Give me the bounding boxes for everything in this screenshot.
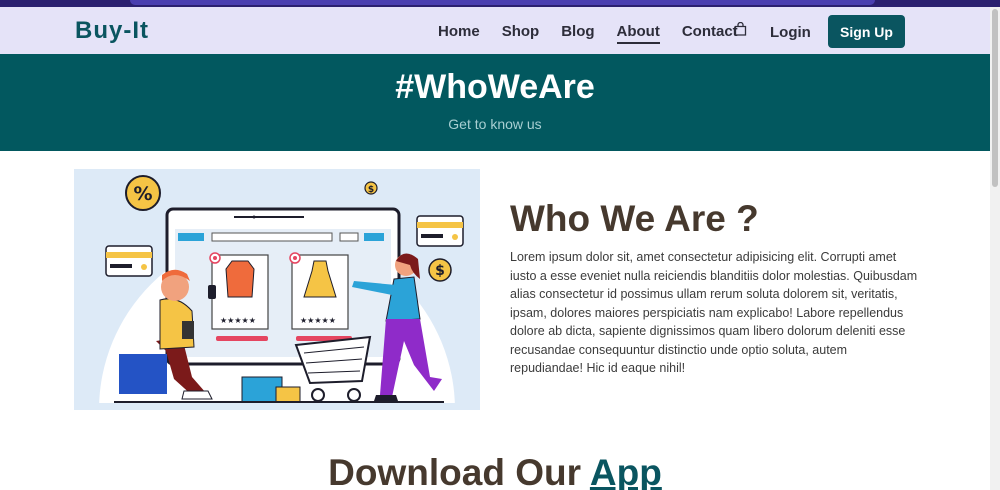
about-paragraph: Lorem ipsum dolor sit, amet consectetur … <box>510 250 918 375</box>
login-link[interactable]: Login <box>770 24 811 41</box>
hero-subtitle: Get to know us <box>448 116 542 132</box>
nav-blog[interactable]: Blog <box>561 23 594 44</box>
nav-shop[interactable]: Shop <box>502 23 540 44</box>
about-title: Who We Are ? <box>510 198 759 239</box>
percent-badge-text: % <box>133 183 152 205</box>
nav-contact[interactable]: Contact <box>682 23 738 44</box>
download-heading-prefix: Download Our <box>328 452 590 490</box>
download-app-link[interactable]: App <box>590 452 662 490</box>
svg-text:★★★★★: ★★★★★ <box>220 316 256 325</box>
browser-top-bar <box>0 0 1000 7</box>
download-heading: Download Our App <box>0 452 990 490</box>
nav-about[interactable]: About <box>616 23 660 44</box>
brand-logo[interactable]: Buy-It <box>75 17 149 45</box>
signup-button[interactable]: Sign Up <box>828 15 905 48</box>
shopping-bag-icon[interactable] <box>734 22 747 36</box>
svg-text:★★★★★: ★★★★★ <box>300 316 336 325</box>
navbar: Buy-It Home Shop Blog About Contact Logi… <box>0 7 990 54</box>
hero-banner: #WhoWeAre Get to know us <box>0 54 990 151</box>
coin-small-text: $ <box>368 185 374 195</box>
coin-large-text: $ <box>435 263 445 279</box>
nav-home[interactable]: Home <box>438 23 480 44</box>
scrollbar-thumb[interactable] <box>992 9 998 187</box>
online-shopping-illustration-icon: ★★★★★ ★★★★★ % $ $ <box>74 175 480 410</box>
shopping-illustration: ★★★★★ ★★★★★ % $ $ <box>74 169 480 410</box>
hero-title: #WhoWeAre <box>395 68 595 106</box>
scrollbar[interactable] <box>990 7 1000 490</box>
main-nav: Home Shop Blog About Contact <box>438 23 760 44</box>
